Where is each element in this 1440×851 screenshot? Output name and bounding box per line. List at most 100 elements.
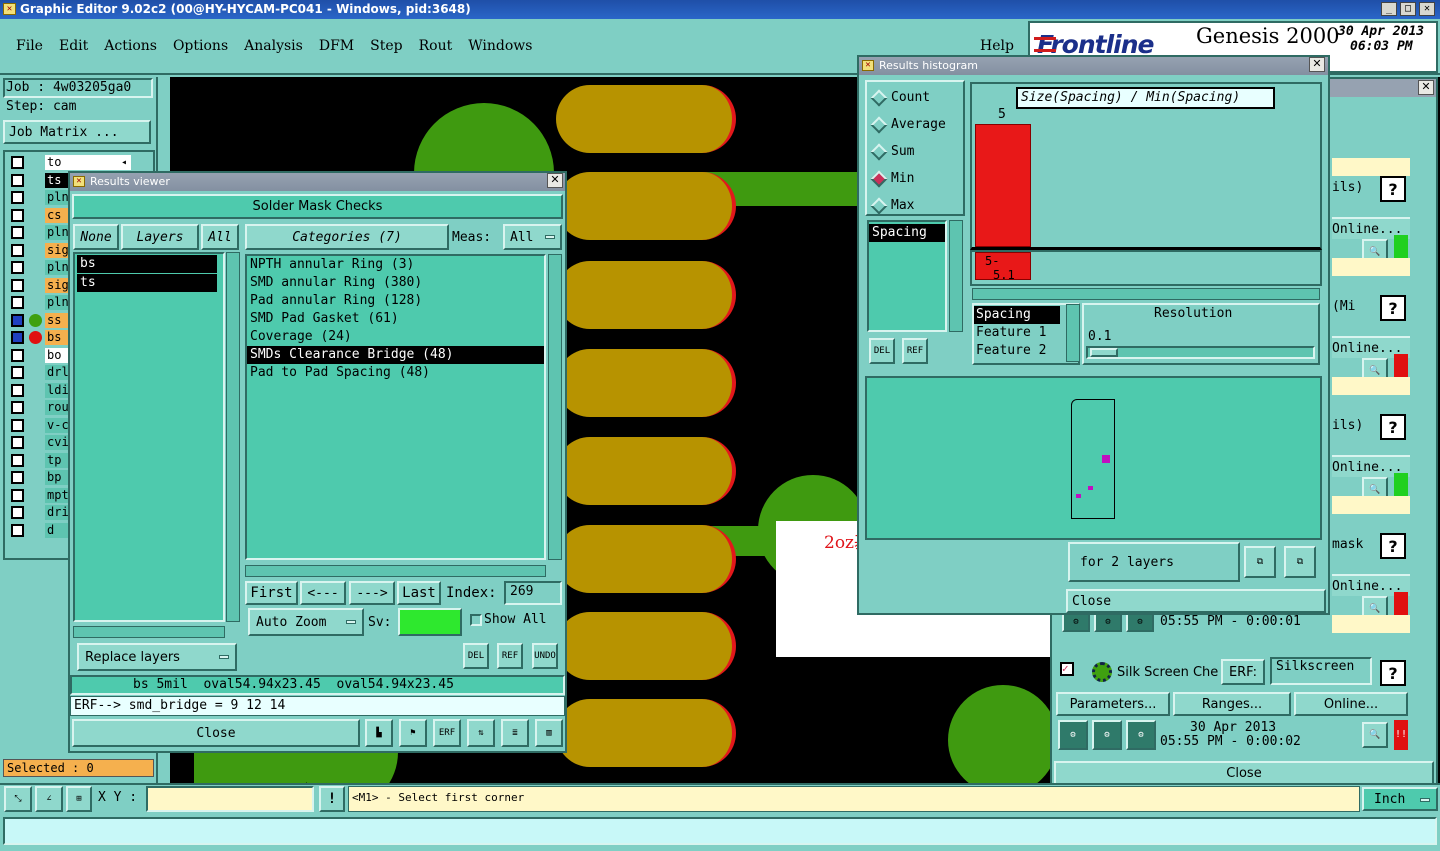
layer-checkbox[interactable] [11,261,24,274]
histogram-list[interactable]: Spacing [867,220,947,332]
layer-checkbox[interactable] [11,436,24,449]
categories-button[interactable]: Categories (7) [245,224,449,250]
menu-item-file[interactable]: File [16,38,43,56]
histogram-mode-sum[interactable]: Sum [867,142,963,164]
index-field[interactable]: 269 [504,581,562,605]
layers-button[interactable]: Layers [121,224,199,250]
category-item[interactable]: Coverage (24) [247,328,544,346]
grid-tool-icon[interactable]: ⊞ [66,786,92,812]
run-icon[interactable]: ⚙ [1058,720,1088,750]
category-item[interactable]: SMD Pad Gasket (61) [247,310,544,328]
results-layer-item[interactable]: bs [77,255,217,273]
run-icon[interactable]: ⚙ [1092,720,1122,750]
layer-checkbox[interactable] [11,366,24,379]
layer-checkbox[interactable] [11,278,24,292]
check-help-button[interactable]: ? [1380,533,1406,559]
histogram-attribute[interactable]: Feature 1 [974,324,1060,342]
report-icon[interactable]: ▙ [365,719,393,747]
layer-checkbox[interactable] [11,453,24,467]
menu-help[interactable]: Help [980,38,1014,54]
checklist-close-button[interactable]: Close [1054,761,1434,785]
erf-icon[interactable]: ERF [433,719,461,747]
silk-name[interactable]: Silk Screen Che [1117,665,1218,680]
radio-icon[interactable] [870,89,888,107]
prev-button[interactable]: <--- [300,581,346,605]
histogram-attribute[interactable]: Spacing [974,306,1060,324]
undo-icon[interactable]: UNDO [532,643,558,669]
histogram-attr-scroll[interactable] [1066,304,1080,362]
check-help-button[interactable]: ? [1380,295,1406,321]
zoom-icon[interactable]: 🔍 [1362,722,1388,748]
layer-checkbox[interactable] [11,471,24,484]
layer-checkbox[interactable] [11,208,24,222]
histogram-mode-max[interactable]: Max [867,196,963,218]
layer-checkbox[interactable] [11,523,24,537]
categories-vscroll[interactable] [548,254,562,560]
histogram-close-button[interactable]: Close [1066,589,1326,613]
measure-tool-icon[interactable]: ∠ [35,786,63,812]
layer-row[interactable]: to ◂ [5,154,153,171]
histogram-mode-min[interactable]: Min [867,169,963,191]
layer-checkbox[interactable] [11,173,24,187]
notes-icon[interactable]: ≣ [501,719,529,747]
menu-item-rout[interactable]: Rout [419,38,453,56]
flag-icon[interactable]: ⚑ [399,719,427,747]
results-layer-vscroll[interactable] [226,252,240,622]
resolution-slider-thumb[interactable] [1090,348,1118,357]
histogram-mode-count[interactable]: Count [867,88,963,110]
params-button[interactable]: Parameters... [1056,692,1170,716]
ref-icon[interactable]: REF [902,338,928,364]
layers-none-button[interactable]: None [73,224,119,250]
sv-color-dropdown[interactable] [398,608,462,636]
layer-checkbox[interactable] [11,488,24,502]
results-layer-item[interactable]: ts [77,274,217,292]
run-icon[interactable]: ⚙ [1126,612,1154,632]
warning-icon[interactable]: ! [319,786,345,812]
replace-layers-button[interactable]: Replace layers [77,643,237,671]
histogram-icon[interactable]: ▥ [535,719,563,747]
zoom-tool-icon[interactable]: ⤡ [4,786,32,812]
online-button[interactable]: Online... [1294,692,1408,716]
first-button[interactable]: First [245,581,298,605]
radio-icon[interactable] [870,116,888,134]
category-item[interactable]: Pad to Pad Spacing (48) [247,364,544,382]
layer-checkbox[interactable] [11,418,24,432]
menu-item-step[interactable]: Step [370,38,402,56]
radio-icon[interactable] [870,197,888,215]
run-icon[interactable]: ⚙ [1062,612,1090,632]
last-button[interactable]: Last [397,581,441,605]
menu-item-edit[interactable]: Edit [59,38,88,56]
ranges-button[interactable]: Ranges... [1173,692,1291,716]
category-item[interactable]: NPTH annular Ring (3) [247,256,544,274]
layer-name[interactable]: to ◂ [45,155,131,170]
units-dropdown[interactable]: Inch [1362,787,1438,811]
results-layer-hscroll[interactable] [73,626,225,638]
del-icon[interactable]: DEL [869,338,895,364]
xy-field[interactable] [146,786,314,812]
results-viewer-close-x[interactable]: ✕ [547,173,563,188]
minimize-button[interactable]: _ [1381,2,1397,16]
layer-checkbox[interactable] [11,191,24,204]
layer-checkbox[interactable] [11,313,24,327]
layer-checkbox[interactable] [11,296,24,309]
histogram-hscroll[interactable] [972,288,1320,300]
results-close-button[interactable]: Close [72,719,360,747]
histogram-mode-average[interactable]: Average [867,115,963,137]
histogram-list-item[interactable]: Spacing [869,224,945,242]
layer-checkbox[interactable] [11,331,24,344]
menu-item-analysis[interactable]: Analysis [244,38,303,56]
layer-checkbox[interactable] [11,156,24,169]
layer-checkbox[interactable] [11,506,24,519]
menu-item-dfm[interactable]: DFM [319,38,354,56]
menu-item-actions[interactable]: Actions [104,38,157,56]
ref-icon[interactable]: REF [497,643,523,669]
layer-checkbox[interactable] [11,226,24,239]
histogram-close-x[interactable]: ✕ [1309,57,1325,72]
check-help-button[interactable]: ? [1380,176,1406,202]
silk-help-button[interactable]: ? [1380,660,1406,686]
command-line[interactable] [3,817,1437,845]
category-item[interactable]: Pad annular Ring (128) [247,292,544,310]
run-icon[interactable]: ⚙ [1094,612,1122,632]
check-help-button[interactable]: ? [1380,414,1406,440]
results-layer-list[interactable]: bs ts [73,252,225,622]
